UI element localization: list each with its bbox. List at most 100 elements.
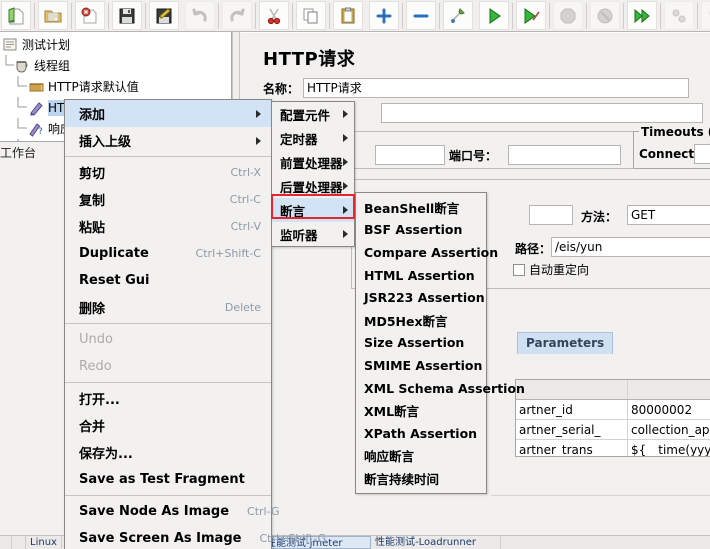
submenu-item-bsf-assertion[interactable]: BSF Assertion (356, 219, 486, 242)
submenu-item-size-assertion[interactable]: Size Assertion (356, 332, 486, 355)
redo-icon (222, 1, 252, 30)
toolbar-separator (145, 2, 146, 29)
add-submenu[interactable]: 配置元件 定时器 前置处理器 后置处理器 断言 监听器 (271, 101, 355, 247)
save-icon[interactable] (112, 1, 142, 30)
method-select[interactable]: GET (627, 205, 710, 225)
save-as-icon[interactable] (149, 1, 179, 30)
taskbar-item-loadrunner[interactable]: 性能测试-Loadrunner (371, 536, 501, 549)
copy-icon[interactable] (296, 1, 326, 30)
port-label: 端口号： (449, 149, 498, 163)
submenu-arrow-icon (343, 182, 348, 190)
remote-start-all-icon[interactable] (627, 1, 657, 30)
menu-item-save-screen-as-image[interactable]: Save Screen As Image Ctrl+Shift-G (65, 525, 326, 549)
submenu-item-html-assertion[interactable]: HTML Assertion (356, 264, 486, 287)
taskbar-item[interactable] (0, 536, 12, 549)
test-plan-icon (2, 37, 19, 53)
parameters-table[interactable]: 值 artner_id 80000002 artner_serial_ coll… (515, 379, 710, 457)
taskbar-item-linux[interactable]: Linux (26, 536, 62, 549)
close-icon[interactable] (75, 1, 105, 30)
menu-item-save-node-as-image[interactable]: Save Node As Image Ctrl-G (65, 498, 279, 525)
submenu-item-response-assertion[interactable]: 响应断言 (356, 445, 486, 468)
taskbar-item[interactable] (12, 536, 26, 549)
submenu-item-md5hex-assertion[interactable]: MD5Hex断言 (356, 309, 486, 332)
param-name-cell[interactable]: artner_serial_ (516, 420, 628, 439)
collapse-all-icon[interactable] (406, 1, 436, 30)
table-header-row: 值 (516, 380, 710, 400)
menu-item-add[interactable]: 添加 (65, 100, 271, 127)
menu-item-paste[interactable]: 粘贴 Ctrl-V (65, 213, 271, 240)
param-name-cell[interactable]: artner_id (516, 400, 628, 419)
menu-item-reset-gui[interactable]: Reset Gui (65, 267, 271, 294)
menu-separator (65, 495, 271, 496)
submenu-item-timer[interactable]: 定时器 (272, 126, 354, 150)
paste-icon[interactable] (333, 1, 363, 30)
toggle-icon[interactable] (443, 1, 473, 30)
connect-input[interactable] (694, 144, 710, 164)
submenu-item-xml-schema-assertion[interactable]: XML Schema Assertion (356, 377, 525, 400)
start-icon[interactable] (479, 1, 509, 30)
server-name-input[interactable] (375, 145, 445, 165)
port-input[interactable] (508, 145, 621, 165)
menu-item-save-as[interactable]: 保存为... (65, 439, 271, 466)
cut-icon[interactable] (259, 1, 289, 30)
auto-redirect-checkbox-row[interactable]: 自动重定向 (513, 261, 589, 278)
toolbar-group-tree (368, 1, 474, 31)
toolbar-separator (329, 2, 330, 29)
submenu-item-jsr223-assertion[interactable]: JSR223 Assertion (356, 286, 486, 309)
http-defaults-icon (28, 79, 45, 95)
toolbar-separator (71, 2, 72, 29)
tree-context-menu[interactable]: 添加 插入上级 剪切 Ctrl-X 复制 Ctrl-C 粘贴 Ctrl-V Du… (64, 99, 326, 549)
menu-item-copy[interactable]: 复制 Ctrl-C (65, 186, 271, 213)
protocol-input[interactable] (529, 205, 573, 225)
submenu-item-config-element[interactable]: 配置元件 (272, 102, 354, 126)
expand-all-icon[interactable] (369, 1, 399, 30)
submenu-item-xpath-assertion[interactable]: XPath Assertion (356, 422, 486, 445)
submenu-item-duration-assertion[interactable]: 断言持续时间 (356, 467, 486, 490)
toolbar-separator (660, 2, 661, 29)
view-results-tree-icon (28, 142, 45, 143)
menu-accelerator: Ctrl-X (230, 166, 261, 179)
menu-accelerator: Ctrl-G (247, 505, 280, 518)
connect-label: Connect: (639, 147, 699, 161)
toolbar-separator (439, 2, 440, 29)
comment-input[interactable] (381, 103, 703, 123)
tab-parameters[interactable]: Parameters (517, 332, 614, 354)
svg-text:?: ? (38, 127, 43, 137)
assertions-submenu[interactable]: BeanShell断言 BSF Assertion Compare Assert… (355, 192, 525, 494)
submenu-item-smime-assertion[interactable]: SMIME Assertion (356, 354, 486, 377)
param-value-cell[interactable]: ${__time(yyyyMMdd,)} (628, 440, 710, 456)
param-value-cell[interactable]: collection_apply${__Rando (628, 420, 710, 439)
table-row[interactable]: artner_id 80000002 (516, 400, 710, 420)
submenu-item-pre-processor[interactable]: 前置处理器 (272, 150, 354, 174)
toolbar-separator (218, 2, 219, 29)
remote-shutdown-all-icon (701, 1, 710, 30)
param-name-cell[interactable]: artner_trans_ (516, 440, 628, 456)
tree-node-thread-group[interactable]: 线程组 (0, 55, 231, 76)
table-row[interactable]: artner_serial_ collection_apply${__Rando (516, 420, 710, 440)
menu-item-cut[interactable]: 剪切 Ctrl-X (65, 159, 271, 186)
tree-node-http-defaults[interactable]: HTTP请求默认值 (0, 76, 231, 97)
new-test-plan-icon[interactable] (1, 1, 31, 30)
auto-redirect-checkbox[interactable] (513, 263, 525, 276)
submenu-item-compare-assertion[interactable]: Compare Assertion (356, 241, 498, 264)
submenu-item-listener[interactable]: 监听器 (272, 222, 354, 246)
table-row[interactable]: artner_trans_ ${__time(yyyyMMdd,)} (516, 440, 710, 456)
name-input[interactable]: HTTP请求 (303, 78, 690, 98)
menu-item-merge[interactable]: 合并 (65, 412, 271, 439)
toolbar-group-run (478, 1, 710, 31)
tree-node-test-plan[interactable]: 测试计划 (0, 34, 231, 55)
menu-item-open[interactable]: 打开... (65, 385, 271, 412)
submenu-item-xml-assertion[interactable]: XML断言 (356, 399, 486, 422)
start-no-pauses-icon[interactable] (516, 1, 546, 30)
section-divider (491, 495, 710, 496)
menu-item-delete[interactable]: 删除 Delete (65, 294, 271, 321)
submenu-item-beanshell-assertion[interactable]: BeanShell断言 (356, 196, 486, 219)
submenu-arrow-icon (343, 230, 348, 238)
path-input[interactable]: /eis/yun (551, 237, 710, 257)
menu-item-save-as-test-fragment[interactable]: Save as Test Fragment (65, 466, 271, 493)
menu-item-duplicate[interactable]: Duplicate Ctrl+Shift-C (65, 240, 271, 267)
menu-item-insert-parent[interactable]: 插入上级 (65, 127, 271, 154)
table-header-name (516, 380, 628, 399)
open-icon[interactable] (38, 1, 68, 30)
param-value-cell[interactable]: 80000002 (628, 400, 710, 419)
